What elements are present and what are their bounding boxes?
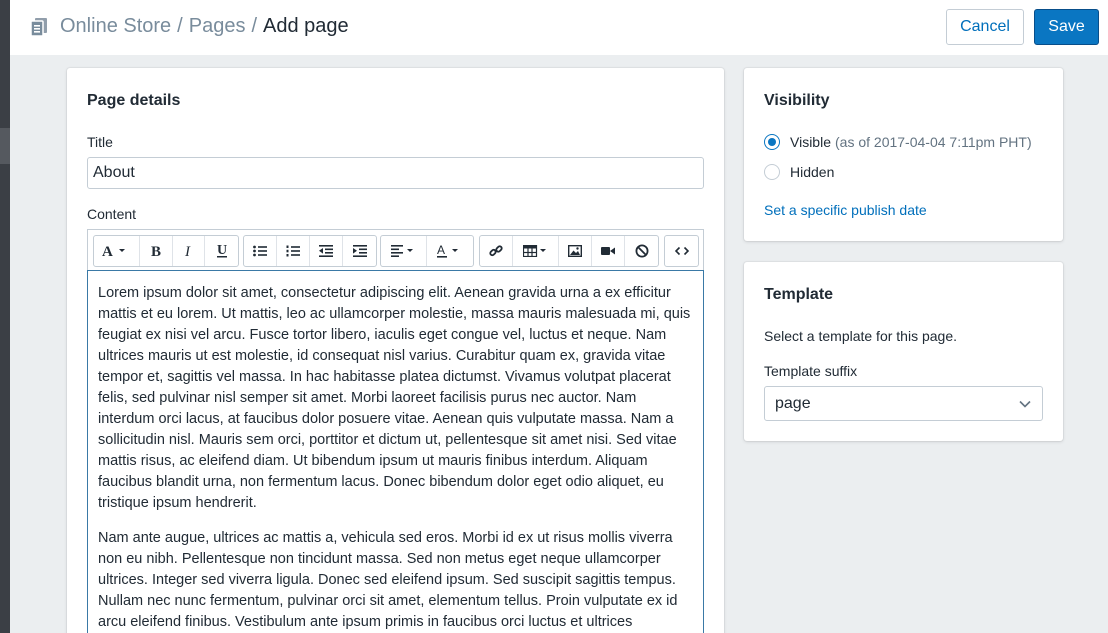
visible-label: Visible (790, 134, 831, 150)
template-suffix-select[interactable]: page (764, 386, 1043, 421)
template-card: Template Select a template for this page… (744, 262, 1063, 441)
video-icon[interactable] (592, 236, 625, 266)
toolbar-group-format: A B I U (93, 235, 239, 267)
sidebar-active-marker (0, 128, 10, 164)
cancel-button[interactable]: Cancel (946, 9, 1024, 45)
indent-icon[interactable] (343, 236, 376, 266)
chevron-down-icon (1019, 400, 1031, 408)
breadcrumb-separator: / (251, 15, 258, 37)
app-sidebar-edge (0, 0, 10, 633)
svg-text:U: U (217, 243, 227, 258)
template-description: Select a template for this page. (764, 328, 957, 344)
pages-icon (30, 17, 47, 37)
visible-date-note: (as of 2017-04-04 7:11pm PHT) (835, 134, 1032, 150)
breadcrumb-separator: / (177, 15, 183, 37)
template-heading: Template (764, 286, 834, 303)
underline-icon[interactable]: U (205, 236, 238, 266)
page-title: Add page (263, 15, 349, 37)
toolbar-group-align: A (380, 235, 474, 267)
breadcrumb: Online Store / Pages / Add page (30, 15, 349, 38)
svg-text:A: A (437, 244, 445, 257)
bullet-list-icon[interactable] (244, 236, 277, 266)
visible-radio[interactable] (764, 134, 780, 150)
content-label: Content (87, 206, 137, 222)
table-icon[interactable] (513, 236, 559, 266)
page-details-card: Page details Title Content A B I U (67, 68, 724, 633)
text-color-icon[interactable]: A (427, 236, 473, 266)
visibility-card: Visibility Visible (as of 2017-04-04 7:1… (744, 68, 1063, 241)
link-icon[interactable] (480, 236, 513, 266)
hidden-option[interactable]: Hidden (764, 164, 834, 180)
page-details-heading: Page details (87, 92, 181, 109)
save-button[interactable]: Save (1034, 9, 1099, 45)
clear-format-icon[interactable] (625, 236, 658, 266)
bold-icon[interactable]: B (140, 236, 173, 266)
template-suffix-value: page (775, 394, 811, 412)
title-label: Title (87, 134, 113, 150)
breadcrumb-online-store[interactable]: Online Store (60, 15, 171, 38)
image-icon[interactable] (559, 236, 592, 266)
title-input[interactable] (87, 157, 704, 189)
svg-text:I: I (184, 244, 191, 258)
toolbar-group-code (664, 235, 699, 267)
content-editor[interactable]: Lorem ipsum dolor sit amet, consectetur … (87, 270, 704, 633)
svg-text:B: B (151, 244, 161, 258)
html-icon[interactable] (665, 236, 698, 266)
hidden-radio[interactable] (764, 164, 780, 180)
top-bar: Online Store / Pages / Add page Cancel S… (10, 0, 1108, 55)
content-paragraph: Lorem ipsum dolor sit amet, consectetur … (98, 285, 691, 511)
breadcrumb-pages[interactable]: Pages (189, 15, 246, 38)
template-suffix-label: Template suffix (764, 363, 858, 379)
editor-toolbar: A B I U A (87, 229, 704, 270)
numbered-list-icon[interactable] (277, 236, 310, 266)
outdent-icon[interactable] (310, 236, 343, 266)
toolbar-group-insert (479, 235, 659, 267)
toolbar-group-lists (243, 235, 377, 267)
visibility-heading: Visibility (764, 92, 830, 109)
publish-date-link[interactable]: Set a specific publish date (764, 202, 927, 218)
italic-icon[interactable]: I (173, 236, 205, 266)
hidden-label: Hidden (790, 164, 835, 180)
visible-option[interactable]: Visible (as of 2017-04-04 7:11pm PHT) (764, 134, 1032, 150)
font-icon[interactable]: A (94, 236, 140, 266)
content-paragraph: Nam ante augue, ultrices ac mattis a, ve… (98, 530, 678, 630)
align-icon[interactable] (381, 236, 427, 266)
svg-text:A: A (102, 244, 113, 258)
